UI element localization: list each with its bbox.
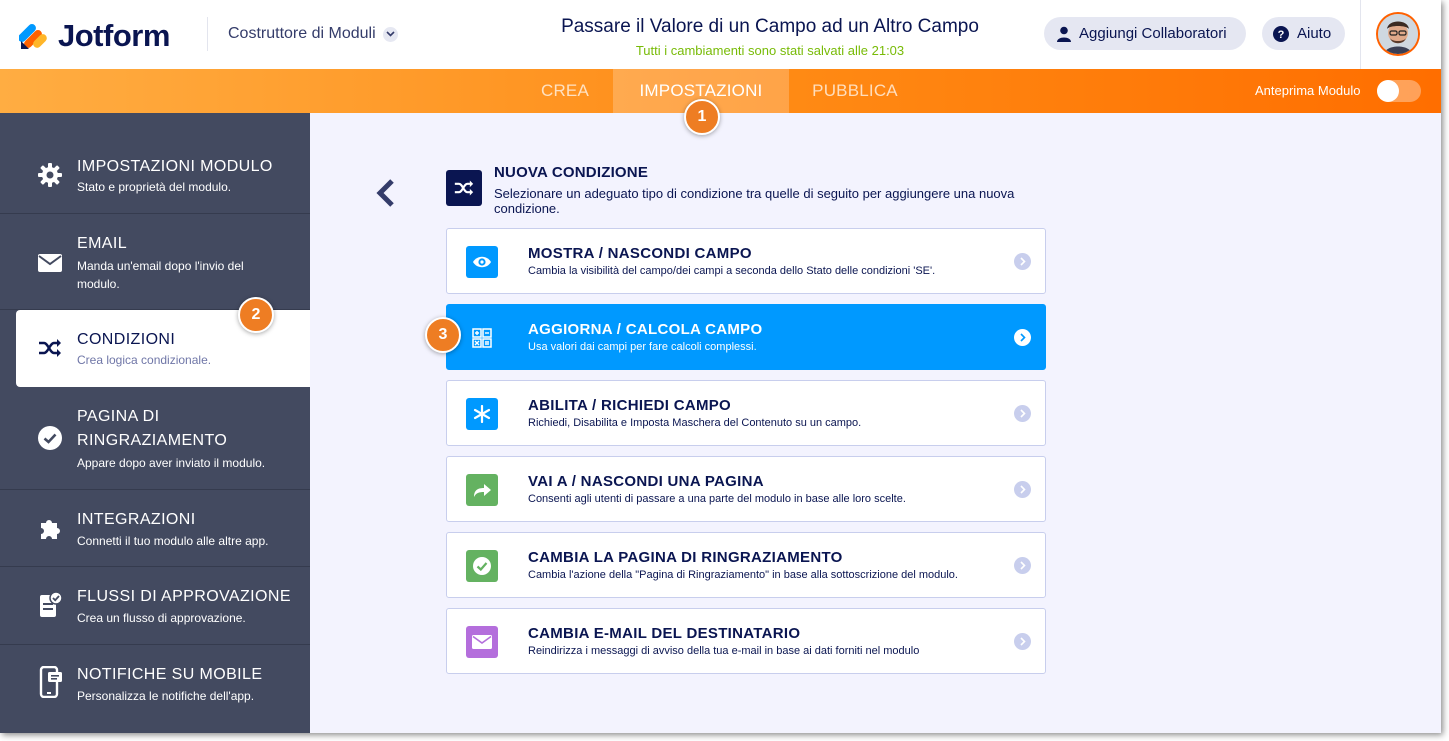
header-divider <box>207 17 208 51</box>
add-collaborators-label: Aggiungi Collaboratori <box>1079 25 1227 42</box>
step-badge-2: 2 <box>238 297 274 333</box>
condition-title: AGGIORNA / CALCOLA CAMPO <box>528 321 763 338</box>
calculator-icon <box>466 322 498 354</box>
save-status: Tutti i cambiamenti sono stati salvati a… <box>635 43 905 58</box>
eye-icon <box>466 246 498 278</box>
sidebar-item-title: NOTIFICHE SU MOBILE <box>77 666 263 683</box>
chevron-down-icon <box>382 26 398 42</box>
new-condition-description: Selezionare un adeguato tipo di condizio… <box>494 186 1015 216</box>
gear-icon <box>36 161 64 189</box>
condition-title: VAI A / NASCONDI UNA PAGINA <box>528 473 764 490</box>
form-title[interactable]: Passare il Valore di un Campo ad un Altr… <box>470 16 1070 38</box>
sidebar: IMPOSTAZIONI MODULO Stato e proprietà de… <box>0 113 310 733</box>
condition-show-hide-field[interactable]: MOSTRA / NASCONDI CAMPO Cambia la visibi… <box>446 228 1046 294</box>
question-icon: ? <box>1273 25 1289 42</box>
sidebar-item-title: EMAIL <box>77 235 128 252</box>
envelope-icon <box>466 626 498 658</box>
tab-crea[interactable]: CREA <box>520 69 610 113</box>
approval-doc-icon <box>36 591 64 619</box>
avatar[interactable] <box>1376 12 1420 56</box>
sidebar-item-integrations[interactable]: INTEGRAZIONI Connetti il tuo modulo alle… <box>0 490 310 567</box>
sidebar-item-desc: Personalizza le notifiche dell'app. <box>77 689 255 703</box>
condition-desc: Cambia la visibilità del campo/dei campi… <box>528 265 936 277</box>
asterisk-icon <box>466 398 498 430</box>
condition-change-email-recipient[interactable]: CAMBIA E-MAIL DEL DESTINATARIO Reindiriz… <box>446 608 1046 674</box>
toggle-knob <box>1377 80 1399 102</box>
preview-toggle[interactable] <box>1377 80 1421 102</box>
sidebar-item-desc: Crea logica condizionale. <box>77 353 212 367</box>
help-label: Aiuto <box>1297 25 1332 42</box>
sidebar-item-title: CONDIZIONI <box>77 331 176 348</box>
sidebar-item-desc: Appare dopo aver inviato il modulo. <box>77 456 266 470</box>
sidebar-item-title: FLUSSI DI APPROVAZIONE <box>77 588 291 605</box>
condition-desc: Reindirizza i messaggi di avviso della t… <box>528 645 920 657</box>
sidebar-item-title: PAGINA DI RINGRAZIAMENTO <box>77 408 228 449</box>
user-icon <box>1057 26 1071 42</box>
preview-label: Anteprima Modulo <box>1255 83 1361 98</box>
sidebar-item-title: IMPOSTAZIONI MODULO <box>77 158 273 175</box>
chevron-right-icon <box>1014 557 1031 574</box>
condition-enable-require-field[interactable]: ABILITA / RICHIEDI CAMPO Richiedi, Disab… <box>446 380 1046 446</box>
logo[interactable]: Jotform <box>19 18 170 54</box>
app-window: Jotform Costruttore di Moduli Passare il… <box>0 0 1441 733</box>
chevron-right-icon <box>1014 329 1031 346</box>
step-badge-3: 3 <box>425 317 461 353</box>
chevron-right-icon <box>1014 253 1031 270</box>
jotform-logo-icon <box>19 24 47 49</box>
step-badge-1: 1 <box>684 99 720 135</box>
sidebar-item-form-settings[interactable]: IMPOSTAZIONI MODULO Stato e proprietà de… <box>0 113 310 214</box>
condition-desc: Consenti agli utenti di passare a una pa… <box>528 493 906 505</box>
header-divider-right <box>1360 0 1361 69</box>
help-button[interactable]: ? Aiuto <box>1262 17 1345 50</box>
user-photo-icon <box>1378 14 1418 54</box>
sidebar-item-desc: Connetti il tuo modulo alle altre app. <box>77 534 269 548</box>
condition-desc: Richiedi, Disabilita e Imposta Maschera … <box>528 417 862 429</box>
top-navigation: CREA IMPOSTAZIONI PUBBLICA Anteprima Mod… <box>0 69 1441 113</box>
sidebar-item-thank-you-page[interactable]: PAGINA DI RINGRAZIAMENTO Appare dopo ave… <box>0 387 310 490</box>
shuffle-icon <box>36 334 64 362</box>
back-arrow-icon[interactable] <box>374 178 396 213</box>
sidebar-item-title: INTEGRAZIONI <box>77 511 196 528</box>
logo-text: Jotform <box>58 18 170 53</box>
shuffle-icon <box>446 170 482 206</box>
tab-pubblica[interactable]: PUBBLICA <box>795 69 915 113</box>
check-circle-icon <box>466 550 498 582</box>
sidebar-item-desc: Manda un'email dopo l'invio del modulo. <box>77 259 244 291</box>
condition-title: MOSTRA / NASCONDI CAMPO <box>528 245 752 262</box>
chevron-right-icon <box>1014 633 1031 650</box>
condition-update-calculate-field[interactable]: AGGIORNA / CALCOLA CAMPO Usa valori dai … <box>446 304 1046 370</box>
mobile-icon <box>36 666 64 698</box>
condition-change-thank-you-page[interactable]: CAMBIA LA PAGINA DI RINGRAZIAMENTO Cambi… <box>446 532 1046 598</box>
sidebar-item-desc: Stato e proprietà del modulo. <box>77 180 232 194</box>
condition-skip-hide-page[interactable]: VAI A / NASCONDI UNA PAGINA Consenti agl… <box>446 456 1046 522</box>
svg-text:?: ? <box>1278 29 1285 41</box>
chevron-right-icon <box>1014 481 1031 498</box>
chevron-right-icon <box>1014 405 1031 422</box>
sidebar-item-mobile-notifications[interactable]: NOTIFICHE SU MOBILE Personalizza le noti… <box>0 645 310 733</box>
condition-desc: Cambia l'azione della "Pagina di Ringraz… <box>528 569 958 581</box>
add-collaborators-button[interactable]: Aggiungi Collaboratori <box>1044 17 1246 50</box>
share-arrow-icon <box>466 474 498 506</box>
sidebar-item-approval-flows[interactable]: FLUSSI DI APPROVAZIONE Crea un flusso di… <box>0 567 310 645</box>
condition-title: CAMBIA LA PAGINA DI RINGRAZIAMENTO <box>528 549 843 566</box>
builder-dropdown[interactable]: Costruttore di Moduli <box>228 25 398 43</box>
envelope-icon <box>36 249 64 277</box>
sidebar-item-desc: Crea un flusso di approvazione. <box>77 611 246 625</box>
condition-title: CAMBIA E-MAIL DEL DESTINATARIO <box>528 625 801 642</box>
condition-title: ABILITA / RICHIEDI CAMPO <box>528 397 732 414</box>
condition-desc: Usa valori dai campi per fare calcoli co… <box>528 341 757 353</box>
sidebar-item-email[interactable]: EMAIL Manda un'email dopo l'invio del mo… <box>0 214 310 310</box>
header: Jotform Costruttore di Moduli Passare il… <box>0 0 1441 69</box>
check-circle-icon <box>36 424 64 452</box>
builder-label: Costruttore di Moduli <box>228 25 376 42</box>
new-condition-heading: NUOVA CONDIZIONE <box>494 164 649 181</box>
puzzle-icon <box>36 514 64 542</box>
